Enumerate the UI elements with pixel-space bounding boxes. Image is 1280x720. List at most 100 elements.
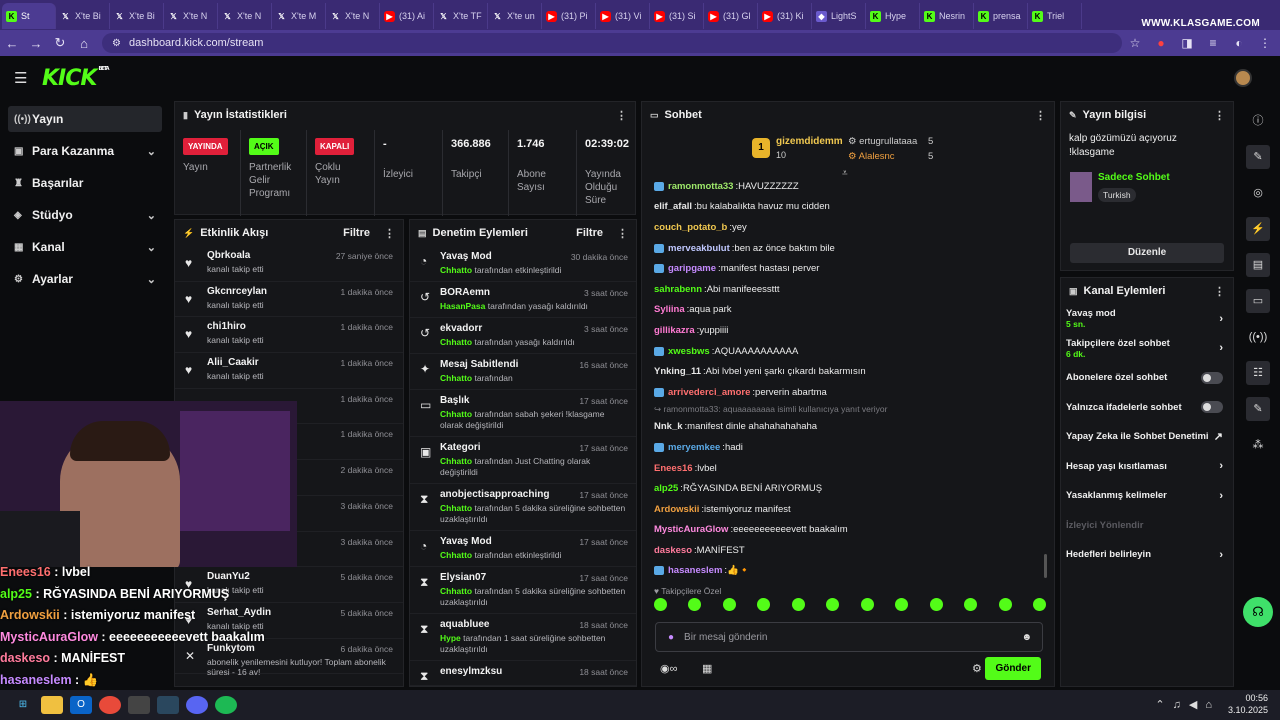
target-icon[interactable]: ◎: [1246, 181, 1270, 205]
browser-tab[interactable]: 𝕏 X'te N: [218, 3, 272, 29]
external-link-icon[interactable]: ↗: [1214, 430, 1223, 443]
broadcast-icon[interactable]: ((•)): [1246, 325, 1270, 349]
emoji-icon[interactable]: ☻: [1021, 632, 1032, 643]
moderator-name[interactable]: Chhatto: [440, 586, 472, 596]
browser-tab[interactable]: ▶ (31) Pi: [542, 3, 596, 29]
layout-icon[interactable]: ☷: [1246, 361, 1270, 385]
kick-logo[interactable]: KICK BETA: [42, 66, 110, 91]
chrome-icon[interactable]: [99, 696, 121, 714]
filter-button[interactable]: Filtre: [343, 227, 370, 239]
category-link[interactable]: Sadece Sohbet: [1098, 172, 1170, 183]
bookmark-star-icon[interactable]: ☆: [1122, 36, 1148, 50]
browser-tab[interactable]: K Triel: [1028, 3, 1082, 29]
chat-username[interactable]: Nnk_k: [654, 421, 683, 432]
send-button[interactable]: Gönder: [985, 657, 1041, 680]
chat-scrollbar[interactable]: [1044, 554, 1047, 578]
chevron-down-icon[interactable]: ⌄: [147, 209, 156, 222]
info-icon[interactable]: ⓘ: [1246, 109, 1270, 133]
chat-username[interactable]: hasaneslem: [668, 565, 722, 576]
moderator-name[interactable]: Chhatto: [440, 337, 472, 347]
emote-icon[interactable]: [654, 598, 667, 611]
browser-menu-icon[interactable]: ⋮: [1252, 36, 1278, 50]
spotify-icon[interactable]: [215, 696, 237, 714]
store-icon[interactable]: [128, 696, 150, 714]
chevron-down-icon[interactable]: ⌄: [147, 145, 156, 158]
hamburger-menu-icon[interactable]: ☰: [14, 69, 34, 87]
chat-username[interactable]: MysticAuraGlow: [654, 524, 728, 535]
points-icon[interactable]: ◉∞: [660, 662, 677, 675]
moderator-name[interactable]: Chhatto: [440, 550, 472, 560]
emote-icon[interactable]: [791, 598, 805, 611]
chat-message-input[interactable]: ● Bir mesaj gönderin ☻: [655, 622, 1043, 652]
more-options-icon[interactable]: ⋮: [1035, 109, 1046, 122]
home-icon[interactable]: ⌂: [72, 36, 96, 51]
chat-username[interactable]: xwesbws: [668, 346, 710, 357]
channel-action-row[interactable]: Takipçilere özel sohbet 6 dk. ›: [1061, 334, 1233, 364]
browser-tab[interactable]: 𝕏 X'te TF: [434, 3, 488, 29]
chat-username[interactable]: sahrabenn: [654, 284, 702, 295]
browser-tab[interactable]: K St: [2, 3, 56, 29]
toggle-switch[interactable]: [1201, 401, 1223, 414]
system-tray[interactable]: ⌃♫◀⌂: [1155, 698, 1220, 711]
lightning-icon[interactable]: ⚡: [1246, 217, 1270, 241]
browser-tab[interactable]: ▶ (31) Gl: [704, 3, 758, 29]
top-chatter-name[interactable]: gizemdidemm: [776, 136, 843, 147]
browser-tab[interactable]: 𝕏 X'te Bi: [56, 3, 110, 29]
channel-action-row[interactable]: İzleyici Yönlendir: [1061, 511, 1233, 541]
top-chatter-name[interactable]: ertugrullataaa: [859, 136, 917, 147]
chat-username[interactable]: merveakbulut: [668, 243, 730, 254]
browser-tab[interactable]: 𝕏 X'te un: [488, 3, 542, 29]
emote-icon[interactable]: [1032, 598, 1046, 611]
list-icon[interactable]: ▤: [1246, 253, 1270, 277]
media-icon[interactable]: ≡: [1200, 36, 1226, 50]
moderator-name[interactable]: Chhatto: [440, 409, 472, 419]
address-bar[interactable]: ⚙ dashboard.kick.com/stream: [102, 33, 1122, 53]
sidebar-item[interactable]: ▦ Kanal ⌄: [8, 234, 162, 260]
gift-icon[interactable]: ▦: [702, 662, 712, 675]
browser-tab[interactable]: Kprensa: [974, 3, 1028, 29]
browser-tab[interactable]: 𝕏 X'te N: [326, 3, 380, 29]
emote-icon[interactable]: [757, 598, 771, 611]
more-options-icon[interactable]: ⋮: [617, 227, 628, 240]
emote-icon[interactable]: [688, 598, 702, 611]
mic-icon[interactable]: ●: [668, 632, 674, 643]
chevron-right-icon[interactable]: ›: [1219, 342, 1223, 354]
moderator-name[interactable]: Chhatto: [440, 503, 472, 513]
category-thumbnail[interactable]: [1070, 172, 1092, 202]
chevron-right-icon[interactable]: ›: [1219, 460, 1223, 472]
site-settings-icon[interactable]: ⚙: [112, 38, 121, 49]
edit-button[interactable]: Düzenle: [1070, 243, 1224, 263]
more-options-icon[interactable]: ⋮: [1214, 285, 1225, 298]
channel-action-row[interactable]: Hedefleri belirleyin ›: [1061, 540, 1233, 570]
extensions-puzzle-icon[interactable]: ◨: [1174, 36, 1200, 50]
chat-username[interactable]: gillikazra: [654, 325, 695, 336]
emote-icon[interactable]: [964, 598, 978, 611]
reload-icon[interactable]: ↻: [48, 35, 72, 51]
forward-icon[interactable]: →: [24, 36, 48, 51]
browser-tab[interactable]: 𝕏 X'te M: [272, 3, 326, 29]
emote-icon[interactable]: [860, 598, 874, 611]
emote-icon[interactable]: [826, 598, 840, 611]
chevron-right-icon[interactable]: ›: [1219, 490, 1223, 502]
more-options-icon[interactable]: ⋮: [1214, 109, 1225, 122]
sidebar-item[interactable]: ((•)) Yayın: [8, 106, 162, 132]
sidebar-item[interactable]: ⚙ Ayarlar ⌄: [8, 266, 162, 292]
chevron-right-icon[interactable]: ›: [1219, 313, 1223, 325]
sidebar-item[interactable]: ▣ Para Kazanma ⌄: [8, 138, 162, 164]
profile-icon[interactable]: ◐: [1226, 36, 1252, 50]
chat-username[interactable]: couch_potato_b: [654, 222, 727, 233]
chevron-right-icon[interactable]: ›: [1219, 549, 1223, 561]
file-explorer-icon[interactable]: [41, 696, 63, 714]
wrench-icon[interactable]: ✎: [1246, 397, 1270, 421]
more-options-icon[interactable]: ⋮: [616, 109, 627, 122]
browser-tab[interactable]: K Nesrin: [920, 3, 974, 29]
browser-tab[interactable]: ▶ (31) Vi: [596, 3, 650, 29]
channel-action-row[interactable]: Abonelere özel sohbet: [1061, 363, 1233, 393]
channel-action-row[interactable]: Yasaklanmış kelimeler ›: [1061, 481, 1233, 511]
chat-username[interactable]: ramonmotta33: [668, 181, 733, 192]
emote-icon[interactable]: [998, 598, 1012, 611]
extension-icon[interactable]: ●: [1148, 36, 1174, 50]
channel-action-row[interactable]: Yalnızca ifadelerle sohbet: [1061, 393, 1233, 423]
chat-username[interactable]: Ynking_11: [654, 366, 701, 377]
chat-username[interactable]: Ardowskii: [654, 504, 699, 515]
